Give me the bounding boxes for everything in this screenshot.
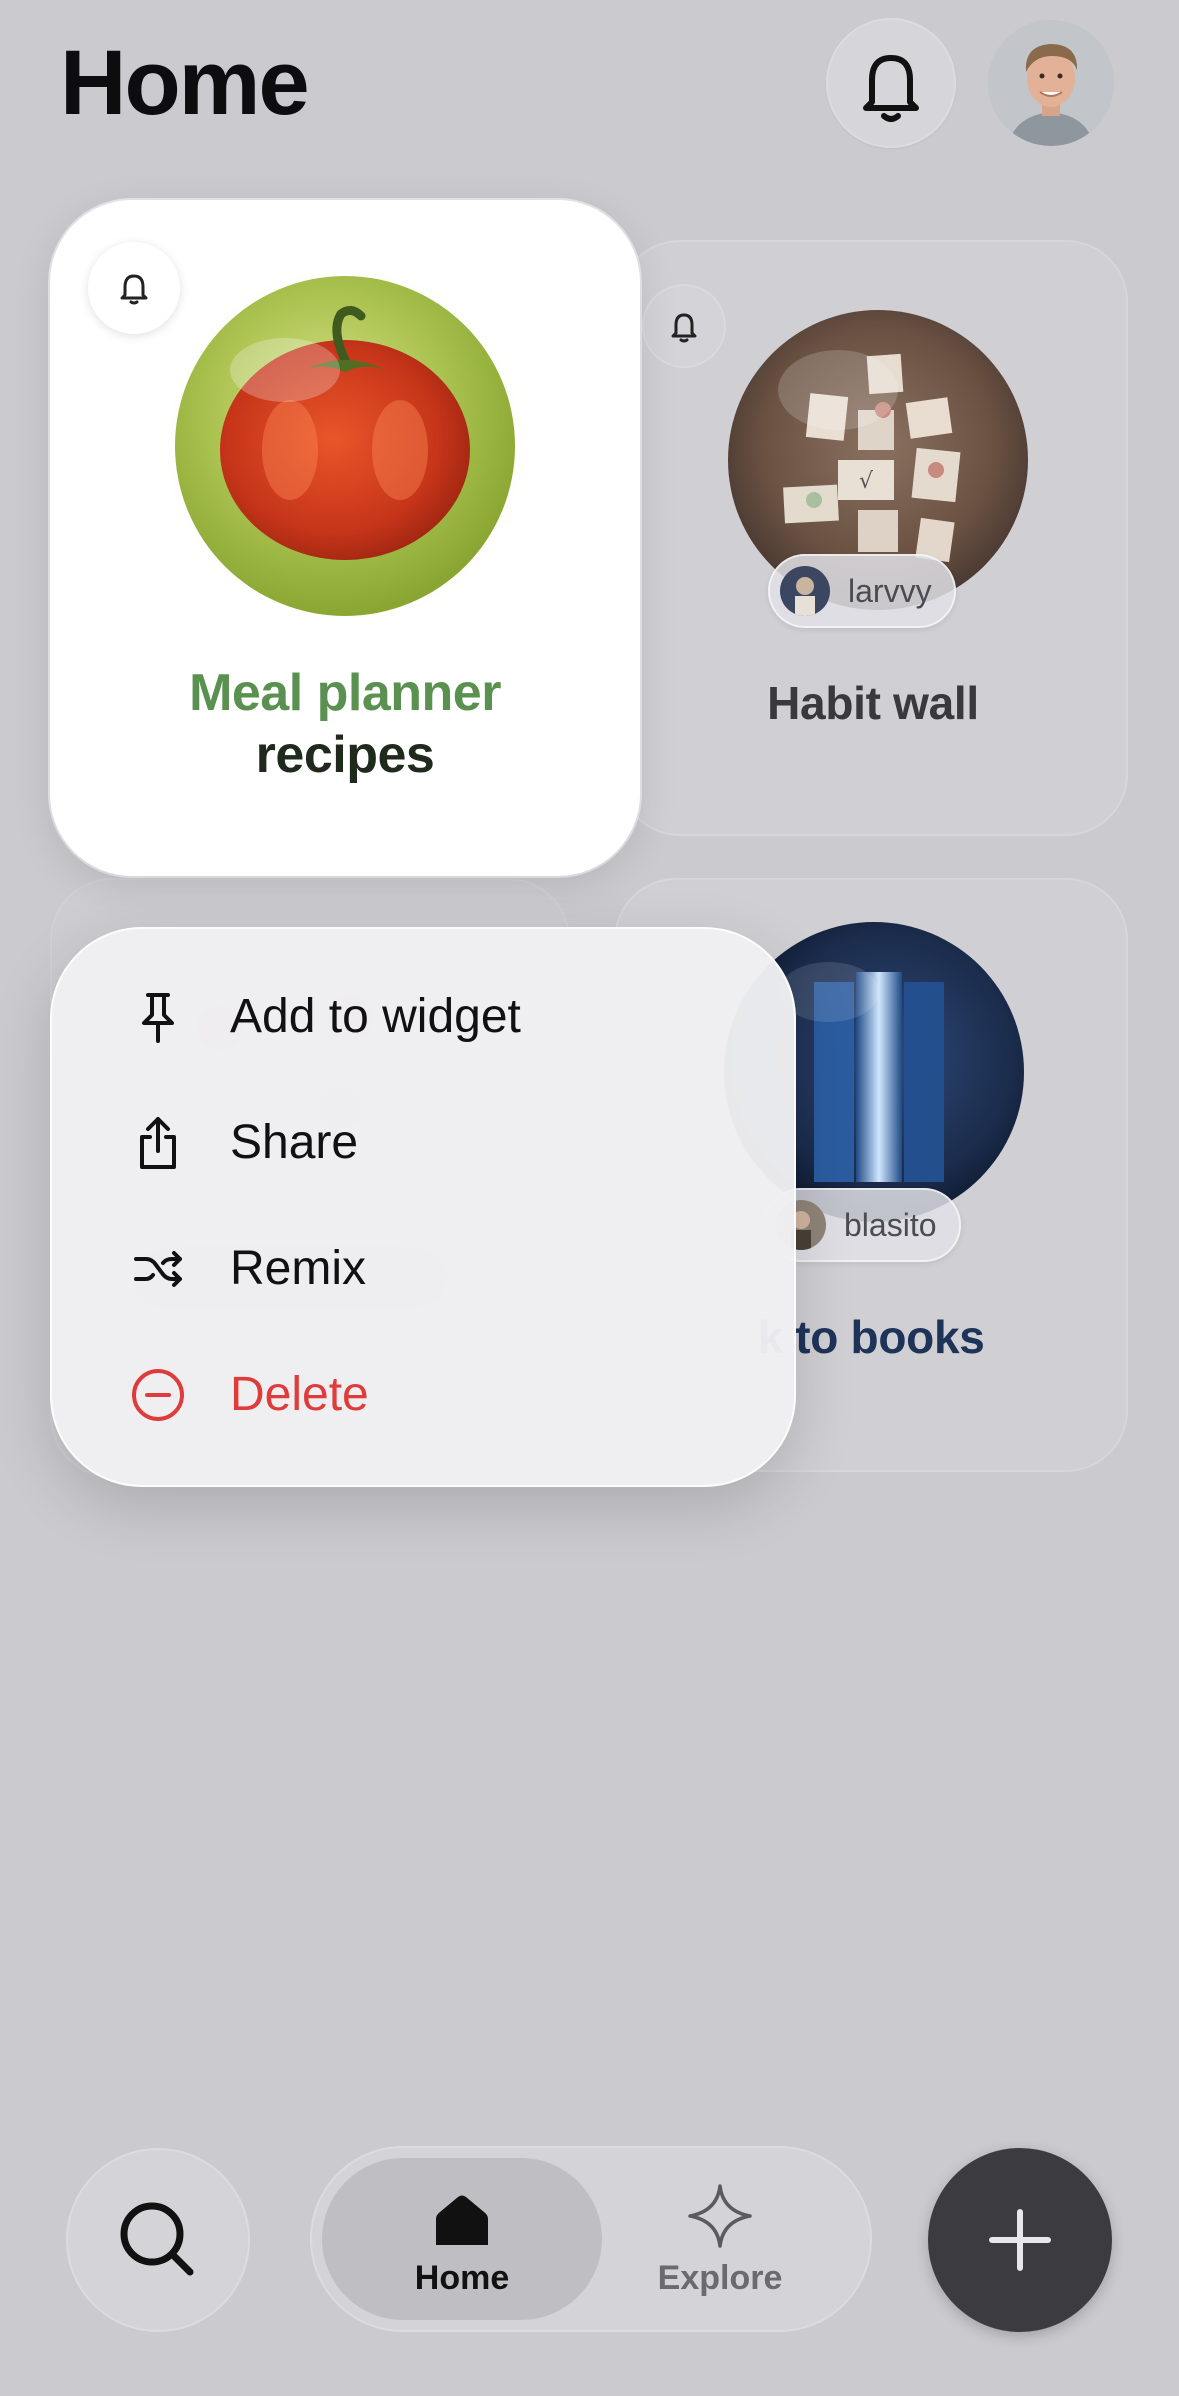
- add-button[interactable]: [928, 2148, 1112, 2332]
- card-title-line2: recipes: [255, 726, 435, 784]
- menu-item-remix[interactable]: Remix: [50, 1214, 796, 1324]
- card-title: Habit wall: [767, 677, 979, 729]
- context-menu: Add to widget Share Remix Delete: [50, 927, 796, 1487]
- plus-icon: [989, 2209, 1051, 2271]
- menu-item-label: Share: [230, 1116, 359, 1169]
- tomato-image: [155, 260, 535, 620]
- house-icon: [436, 2195, 488, 2245]
- shuffle-icon: [134, 1251, 182, 1287]
- bell-icon: [863, 55, 919, 122]
- sparkle-icon: [688, 2184, 752, 2248]
- tab-bar: Home Explore: [310, 2146, 872, 2332]
- bell-icon: [120, 274, 148, 305]
- author-name: blasito: [844, 1206, 937, 1243]
- minus-circle-icon: [132, 1369, 184, 1421]
- menu-item-share[interactable]: Share: [50, 1088, 796, 1198]
- search-button[interactable]: [66, 2148, 250, 2332]
- tab-label: Explore: [657, 2259, 783, 2297]
- tab-home[interactable]: Home: [322, 2158, 602, 2320]
- pin-icon: [142, 993, 174, 1043]
- author-name: larvvy: [848, 572, 932, 609]
- tab-label: Home: [414, 2259, 510, 2297]
- author-chip[interactable]: larvvy: [768, 554, 956, 628]
- tab-explore[interactable]: Explore: [580, 2158, 860, 2320]
- menu-item-label: Delete: [230, 1368, 369, 1421]
- page-title: Home: [60, 32, 310, 134]
- profile-avatar[interactable]: [988, 20, 1114, 146]
- card-title-line1: Meal planner: [189, 664, 501, 722]
- habit-notify-button[interactable]: [642, 284, 726, 368]
- share-icon: [140, 1117, 176, 1169]
- search-icon: [120, 2202, 194, 2276]
- author-avatar: [780, 566, 830, 616]
- menu-item-delete[interactable]: Delete: [50, 1340, 796, 1450]
- menu-item-add-to-widget[interactable]: Add to widget: [50, 962, 796, 1072]
- svg-text:√: √: [859, 469, 874, 494]
- notifications-button[interactable]: [826, 18, 956, 148]
- widget-card-meal-planner[interactable]: Meal planner recipes: [50, 200, 640, 876]
- menu-item-label: Add to widget: [230, 990, 521, 1043]
- widget-card-habit-wall[interactable]: √ larvvy Habit wall: [618, 240, 1128, 836]
- menu-item-label: Remix: [230, 1242, 367, 1295]
- bell-icon: [671, 313, 697, 343]
